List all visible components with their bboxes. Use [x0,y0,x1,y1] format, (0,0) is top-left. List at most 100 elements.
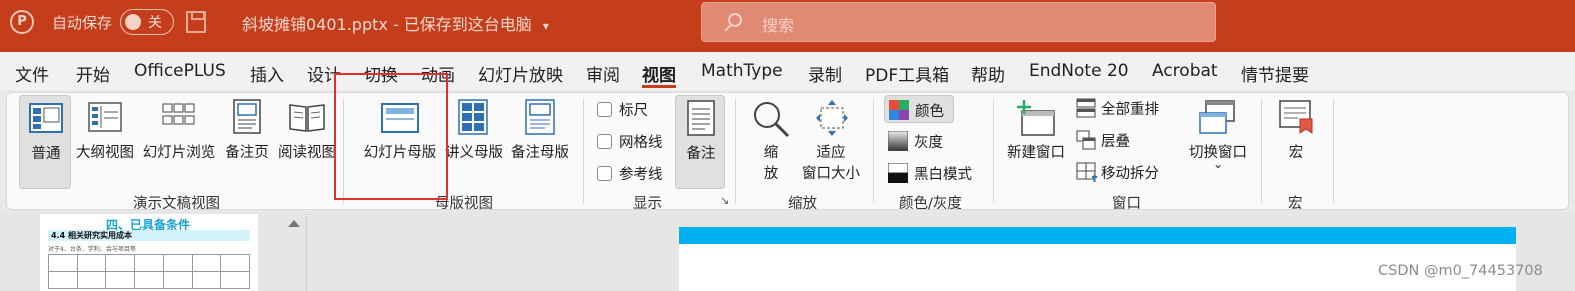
group-label-color: 颜色/灰度 [899,196,962,212]
color-button[interactable]: 颜色 [884,95,954,123]
color-label: 颜色 [915,104,944,120]
grayscale-button[interactable]: 灰度 [884,128,974,154]
tab-mathtype[interactable]: MathType [701,61,783,81]
powerpoint-logo-icon: P [10,10,34,34]
normal-view-label: 普通 [31,146,61,162]
thumbnail-table [48,254,250,289]
arrange-all-icon [1076,98,1096,118]
macro-icon [1279,100,1313,134]
outline-view-icon [88,102,122,132]
group-divider [1333,99,1334,203]
cascade-icon [1076,130,1096,150]
handout-master-icon [458,99,488,135]
search-icon [728,13,742,27]
autosave-toggle[interactable]: 关 [120,9,174,35]
group-divider [873,99,874,203]
group-divider [583,99,584,203]
zoom-label-line2: 放 [763,166,779,182]
guides-checkbox[interactable] [597,166,612,181]
dialog-launcher-icon[interactable]: ↘ [720,194,729,207]
tab-help[interactable]: 帮助 [971,61,1005,86]
tab-home[interactable]: 开始 [76,61,110,86]
notes-master-label: 备注母版 [511,145,569,161]
chevron-down-icon: ▾ [542,19,549,33]
macros-button[interactable]: 宏 [1271,95,1321,189]
title-bar: P 自动保存 关 斜坡摊铺0401.pptx - 已保存到这台电脑 ▾ 搜索 [0,0,1575,52]
toggle-state: 关 [148,15,162,31]
tab-acrobat[interactable]: Acrobat [1152,61,1218,81]
new-window-label: 新建窗口 [1007,145,1065,161]
tab-review[interactable]: 审阅 [586,61,620,86]
thumbnail-line: 对于4、台条、学利、会与项目等 [48,246,136,253]
active-tab-indicator [642,85,676,88]
group-divider [1261,99,1262,203]
cascade-button[interactable]: 层叠 [1075,128,1155,154]
color-swatch-icon [889,100,909,120]
arrange-all-label: 全部重排 [1101,102,1159,118]
reading-view-button[interactable]: 阅读视图 [275,95,339,189]
zoom-button[interactable]: 缩 放 [749,95,793,189]
fit-window-icon [816,100,848,136]
gridlines-label: 网格线 [619,135,663,151]
group-label-macros: 宏 [1288,196,1303,212]
group-divider [993,99,994,203]
gridlines-checkbox[interactable] [597,134,612,149]
macros-label: 宏 [1288,145,1304,161]
tab-officeplus[interactable]: OfficePLUS [134,61,226,81]
black-white-label: 黑白模式 [914,167,972,183]
ribbon-tabs: 文件 开始 OfficePLUS 插入 设计 切换 动画 幻灯片放映 审阅 视图… [0,52,1575,90]
switch-windows-button[interactable]: 切换窗口 ⌄ [1183,95,1253,189]
notes-page-label: 备注页 [225,145,269,161]
tab-storyboard[interactable]: 情节提要 [1241,61,1309,86]
search-box[interactable]: 搜索 [701,2,1216,42]
notes-master-icon [525,99,555,135]
slide-sorter-button[interactable]: 幻灯片浏览 [140,95,218,189]
document-title[interactable]: 斜坡摊铺0401.pptx - 已保存到这台电脑 ▾ [242,11,549,35]
switch-windows-icon [1199,100,1235,134]
notes-icon [687,100,715,136]
tab-insert[interactable]: 插入 [250,61,284,86]
group-label-show: 显示 [633,196,662,212]
tab-pdf-toolbox[interactable]: PDF工具箱 [865,61,949,86]
move-split-button[interactable]: 移动拆分 [1075,160,1175,186]
slide-canvas[interactable] [679,227,1516,291]
slide-thumbnail[interactable]: 四、已具备条件 4.4 相关研究实用成本 对于4、台条、学利、会与项目等 [40,214,258,291]
notes-page-button[interactable]: 备注页 [221,95,273,189]
slide-sorter-icon [162,103,195,125]
open-book-icon [289,104,325,132]
tab-view[interactable]: 视图 [642,61,676,86]
new-window-button[interactable]: 新建窗口 [1001,95,1071,189]
watermark: CSDN @m0_74453708 [1378,263,1543,279]
tab-slideshow[interactable]: 幻灯片放映 [478,61,563,86]
group-label-presentation-views: 演示文稿视图 [133,196,220,212]
slide-sorter-label: 幻灯片浏览 [142,145,216,161]
grayscale-icon [888,131,908,151]
black-white-button[interactable]: 黑白模式 [884,160,984,186]
arrange-all-button[interactable]: 全部重排 [1075,96,1175,122]
normal-view-icon [29,103,63,133]
ruler-checkbox[interactable] [597,102,612,117]
tab-file[interactable]: 文件 [15,61,49,86]
new-window-icon [1017,100,1055,136]
normal-view-button[interactable]: 普通 [19,95,71,189]
scroll-up-arrow-icon[interactable] [288,220,300,227]
reading-view-label: 阅读视图 [278,145,336,161]
black-white-icon [888,163,908,183]
tab-record[interactable]: 录制 [808,61,842,86]
pane-divider[interactable] [306,214,307,291]
chevron-down-icon: ⌄ [1212,157,1224,171]
toggle-knob [125,14,141,30]
cascade-label: 层叠 [1101,134,1130,150]
autosave-label: 自动保存 [52,14,113,32]
handout-master-button[interactable]: 讲义母版 [443,95,505,189]
save-icon[interactable] [186,11,206,33]
move-split-icon [1076,162,1097,182]
notes-master-button[interactable]: 备注母版 [507,95,573,189]
notes-toggle-button[interactable]: 备注 [675,95,725,189]
fit-to-window-button[interactable]: 适应 窗口大小 [799,95,863,189]
zoom-label-line1: 缩 [763,145,779,161]
fit-label-line2: 窗口大小 [802,166,860,182]
outline-view-button[interactable]: 大纲视图 [73,95,137,189]
tab-endnote[interactable]: EndNote 20 [1029,61,1129,81]
notes-page-icon [233,99,261,134]
